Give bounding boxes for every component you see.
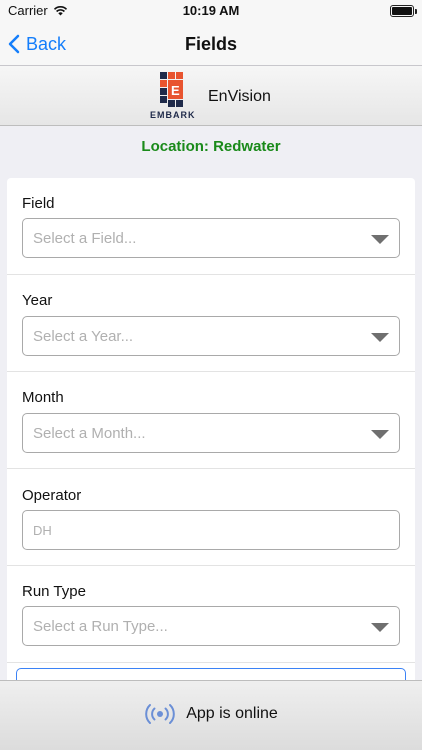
caret-down-icon (371, 235, 389, 244)
run-type-section: Run Type Select a Run Type... (7, 566, 415, 663)
caret-down-icon (371, 333, 389, 342)
run-type-select[interactable]: Select a Run Type... (22, 606, 400, 646)
svg-text:E: E (171, 83, 180, 98)
month-section: Month Select a Month... (7, 372, 415, 469)
caret-down-icon (371, 623, 389, 632)
brand-header: E EMBARK EnVision (0, 66, 422, 126)
logo-text: EMBARK (150, 110, 196, 120)
fields-form: Field Select a Field... Year Select a Ye… (7, 178, 415, 688)
battery-icon (390, 5, 417, 17)
year-label: Year (22, 292, 53, 309)
online-status-text: App is online (186, 705, 278, 722)
operator-label: Operator (22, 487, 82, 504)
broadcast-icon (145, 704, 175, 724)
status-time: 10:19 AM (182, 3, 240, 18)
page-title: Fields (184, 34, 237, 54)
field-select-placeholder: Select a Field... (33, 229, 137, 247)
embark-logo: E EMBARK (150, 72, 195, 122)
operator-section: Operator (7, 469, 415, 566)
run-type-label: Run Type (22, 583, 86, 600)
connection-status-bar: App is online (0, 680, 422, 750)
online-status: App is online (0, 703, 422, 725)
run-type-select-placeholder: Select a Run Type... (33, 617, 168, 635)
operator-input[interactable] (22, 510, 400, 550)
month-select-placeholder: Select a Month... (33, 424, 146, 442)
year-select[interactable]: Select a Year... (22, 316, 400, 356)
logo-mark-icon: E (160, 72, 183, 107)
brand-name: EnVision (208, 88, 271, 105)
caret-down-icon (371, 430, 389, 439)
location-label: Location: Redwater (141, 138, 281, 155)
navigation-bar: Back Fields (0, 22, 422, 66)
field-select[interactable]: Select a Field... (22, 218, 400, 258)
month-label: Month (22, 389, 64, 406)
field-section: Field Select a Field... (7, 178, 415, 275)
year-select-placeholder: Select a Year... (33, 327, 134, 345)
field-label: Field (22, 195, 55, 212)
month-select[interactable]: Select a Month... (22, 413, 400, 453)
status-bar: Carrier 10:19 AM (0, 0, 422, 22)
year-section: Year Select a Year... (7, 275, 415, 372)
